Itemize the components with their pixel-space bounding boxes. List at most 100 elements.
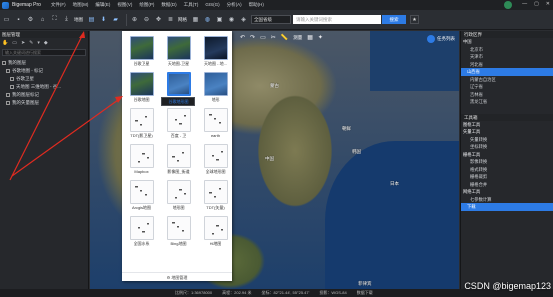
expand-icon[interactable]: ▾: [37, 40, 40, 46]
layers-icon[interactable]: ≣: [166, 15, 175, 24]
rectangle-icon[interactable]: ▭: [260, 34, 266, 41]
toolbox-item[interactable]: 网络工具: [461, 188, 553, 196]
basemap-tile[interactable]: 全球地形图: [198, 142, 233, 178]
admin-region-item[interactable]: 内蒙古自治区: [461, 76, 553, 84]
pin-icon[interactable]: ◆: [44, 40, 48, 46]
toolbox-item[interactable]: 栅格工具: [461, 151, 553, 159]
basemap-tile[interactable]: TDT(影卫星): [124, 106, 159, 142]
map-manage-button[interactable]: ⚙ 地图管理: [122, 272, 232, 281]
menu-item[interactable]: 帮助(H): [249, 2, 264, 8]
save-icon[interactable]: ▪: [14, 15, 23, 24]
search-button[interactable]: 搜索: [382, 15, 406, 24]
menu-item[interactable]: 地图(M): [73, 2, 89, 8]
checkbox-icon[interactable]: [10, 85, 14, 89]
checkbox-icon[interactable]: [10, 77, 14, 81]
export-icon[interactable]: ⤓: [62, 15, 71, 24]
close-icon[interactable]: ✕: [546, 1, 550, 7]
toolbox-item[interactable]: 栅格裁剪: [461, 173, 553, 181]
checkbox-icon[interactable]: [6, 69, 10, 73]
basemap-tile[interactable]: 谷歌地形图: [160, 70, 196, 106]
redo-icon[interactable]: ↷: [250, 34, 255, 41]
menu-item[interactable]: 数据(D): [161, 2, 176, 8]
task-list-icon[interactable]: [427, 35, 435, 43]
bookmark-icon[interactable]: ◈: [239, 15, 248, 24]
undo-icon[interactable]: ↶: [240, 34, 245, 41]
map-menu-label[interactable]: 地图: [74, 17, 83, 23]
basemap-tile[interactable]: 谷歌地图: [124, 70, 159, 106]
toolbox-item[interactable]: 下载: [461, 203, 553, 211]
cut-icon[interactable]: ✂: [271, 34, 276, 41]
toolbox-item[interactable]: 矢量转换: [461, 136, 553, 144]
toolbox-item[interactable]: 影像转换: [461, 158, 553, 166]
toolbox-item[interactable]: 格式转换: [461, 166, 553, 174]
region-select[interactable]: 全国省级: [251, 15, 291, 24]
layer-switch-icon[interactable]: ▤: [87, 15, 96, 24]
measure-label[interactable]: 测量: [293, 35, 302, 41]
menu-item[interactable]: GIS(G): [205, 2, 219, 8]
layer-tree-item[interactable]: 谷歌地图 - 标记: [2, 67, 88, 75]
menu-item[interactable]: 分析(A): [227, 2, 242, 8]
menu-item[interactable]: 绘图(P): [139, 2, 154, 8]
basemap-tile[interactable]: 地形图: [161, 178, 196, 214]
user-avatar-icon[interactable]: [504, 1, 512, 9]
admin-region-item[interactable]: 北京市: [461, 46, 553, 54]
menu-item[interactable]: 工具(T): [184, 2, 199, 8]
hand-icon[interactable]: ✋: [2, 40, 8, 46]
basemap-tile[interactable]: 影像图_街道: [161, 142, 196, 178]
basemap-tile[interactable]: 百度 - 卫: [161, 106, 196, 142]
admin-region-item[interactable]: 天津市: [461, 53, 553, 61]
menu-item[interactable]: 文件(F): [51, 2, 66, 8]
admin-region-item[interactable]: 吉林省: [461, 91, 553, 99]
admin-region-item[interactable]: 山西省: [461, 68, 553, 76]
menu-item[interactable]: 视图(V): [117, 2, 132, 8]
camera-icon[interactable]: ◉: [227, 15, 236, 24]
toolbox-item[interactable]: 栅格合并: [461, 181, 553, 189]
folder-icon[interactable]: ▭: [2, 15, 11, 24]
checkbox-icon[interactable]: [2, 61, 6, 65]
zoom-out-icon[interactable]: ⊖: [142, 15, 151, 24]
basemap-tile[interactable]: 天地图 - 地...: [198, 34, 233, 70]
basemap-tile[interactable]: TDT(矢量): [198, 178, 233, 214]
download-icon[interactable]: ⬇: [99, 15, 108, 24]
maximize-icon[interactable]: ▢: [534, 1, 539, 7]
zoom-in-icon[interactable]: ⊕: [130, 15, 139, 24]
layer-search-input[interactable]: 输入关键词进行搜索: [2, 49, 86, 56]
fullscreen-icon[interactable]: ⛶: [50, 15, 59, 24]
map-tools-icon[interactable]: ✦: [318, 34, 323, 41]
folder-add-icon[interactable]: ▭: [12, 40, 17, 46]
star-icon[interactable]: ★: [410, 15, 419, 24]
basemap-tile[interactable]: Arcgis地图: [124, 178, 159, 214]
layer-tree-item[interactable]: 我的矢量图层: [2, 99, 88, 107]
basemap-tile[interactable]: Hi地图: [198, 214, 233, 250]
grid-icon[interactable]: ▦: [191, 15, 200, 24]
globe-icon[interactable]: ◍: [203, 15, 212, 24]
grid-label[interactable]: 网格: [178, 17, 187, 23]
layer-tree-item[interactable]: 我的图层: [2, 59, 88, 67]
pan-icon[interactable]: ✥: [154, 15, 163, 24]
checkbox-icon[interactable]: [6, 101, 10, 105]
admin-region-item[interactable]: 黑龙江省: [461, 98, 553, 106]
basemap-tile[interactable]: earth: [198, 106, 233, 142]
map-grid-icon[interactable]: ▦: [307, 34, 313, 41]
minimize-icon[interactable]: —: [522, 1, 527, 7]
download-status[interactable]: 数据下载: [357, 289, 373, 297]
basemap-tile[interactable]: Bing地图: [161, 214, 196, 250]
layer-tree-item[interactable]: 谷歌卫星: [2, 75, 88, 83]
menu-item[interactable]: 编辑(E): [95, 2, 110, 8]
search-input[interactable]: 请输入关键词搜索: [293, 15, 381, 24]
gear-icon[interactable]: ⚙: [26, 15, 35, 24]
cursor-icon[interactable]: ➤: [21, 40, 25, 46]
admin-region-item[interactable]: 中国: [461, 38, 553, 46]
admin-region-item[interactable]: 河北省: [461, 61, 553, 69]
edit-icon[interactable]: ✎: [29, 40, 33, 46]
ruler-icon[interactable]: 📏: [281, 34, 288, 41]
admin-region-item[interactable]: 辽宁省: [461, 83, 553, 91]
task-list[interactable]: 任务列表: [427, 35, 455, 43]
layer-tree-item[interactable]: 我的图层标记: [2, 91, 88, 99]
basemap-tile[interactable]: 全国水系: [124, 214, 159, 250]
task-list-label[interactable]: 任务列表: [437, 36, 455, 42]
toolbox-item[interactable]: 矢量工具: [461, 128, 553, 136]
basemap-tile[interactable]: 谷歌卫星: [124, 34, 159, 70]
basemap-tile[interactable]: Mapbox: [124, 142, 159, 178]
checkbox-icon[interactable]: [6, 93, 10, 97]
